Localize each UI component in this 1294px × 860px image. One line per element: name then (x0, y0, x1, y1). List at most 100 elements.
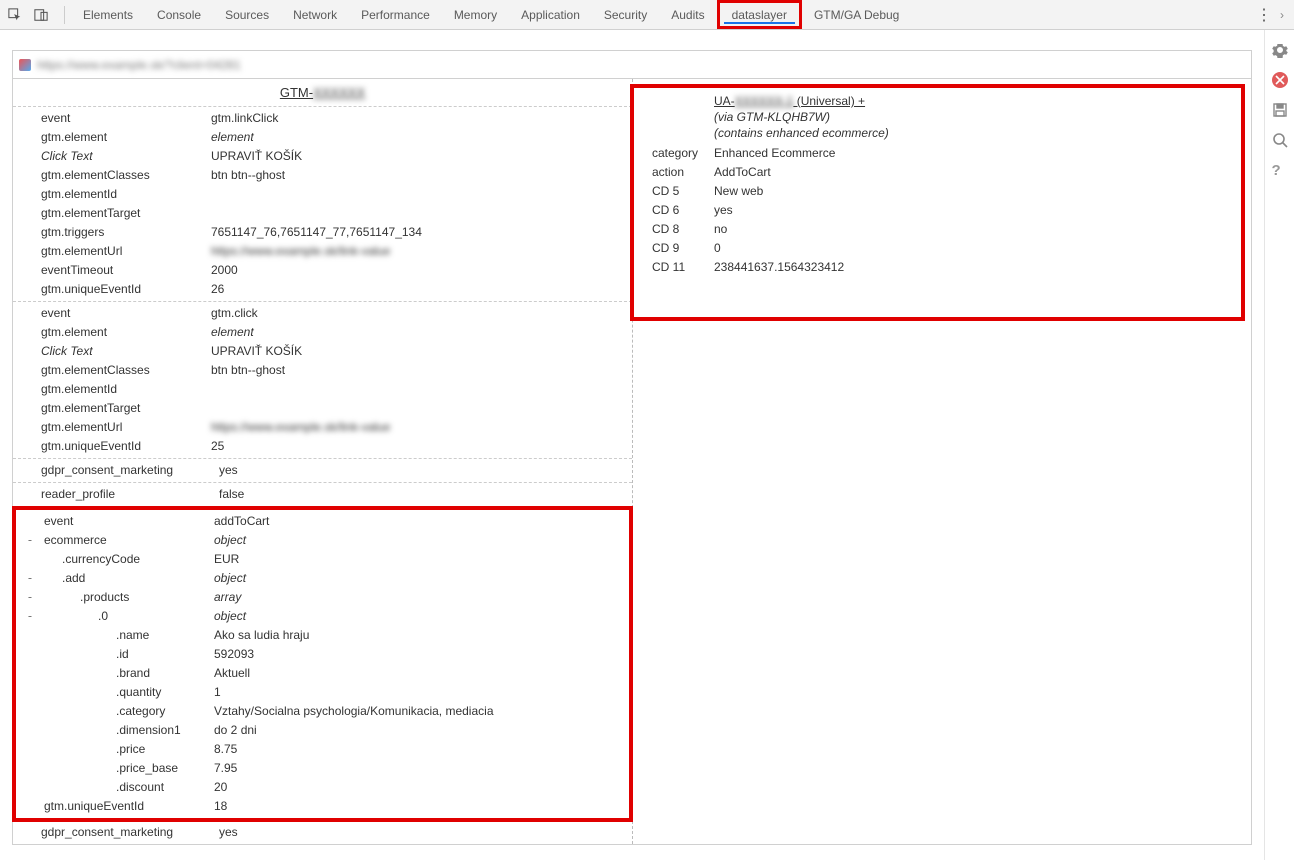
expand-toggle (16, 703, 44, 720)
device-icon[interactable] (32, 6, 50, 24)
more-icon[interactable]: ⋮ (1252, 5, 1276, 25)
expand-toggle (13, 186, 41, 203)
key: .0 (44, 608, 214, 625)
value: Ako sa ludia hraju (214, 627, 629, 644)
gear-icon[interactable] (1272, 42, 1288, 58)
ua-property[interactable]: UA-XXXXXX-1 (Universal) + (714, 94, 1231, 108)
clear-icon[interactable] (1272, 72, 1288, 88)
devtools-toolbar: ElementsConsoleSourcesNetworkPerformance… (0, 0, 1294, 30)
key: gtm.elementUrl (41, 419, 211, 436)
key: gtm.elementUrl (41, 243, 211, 260)
key: CD 9 (634, 240, 714, 257)
expand-toggle (16, 741, 44, 758)
tab-elements[interactable]: Elements (71, 0, 145, 29)
data-row: gtm.elementId (13, 185, 632, 204)
datalayer-column: GTM-XXXXXX eventgtm.linkClickgtm.element… (13, 79, 633, 844)
chevron-right-icon[interactable]: › (1280, 8, 1284, 22)
expand-toggle (13, 362, 41, 379)
dataslayer-panel: https://www.example.sk/?client=04281 GTM… (12, 50, 1252, 845)
data-row: gtm.uniqueEventId18 (16, 797, 629, 816)
expand-toggle (16, 779, 44, 796)
key: .brand (44, 665, 214, 682)
data-row: -ecommerceobject (16, 531, 629, 550)
tab-gtm-ga-debug[interactable]: GTM/GA Debug (802, 0, 911, 29)
value: gtm.click (211, 305, 632, 322)
value: UPRAVIŤ KOŠÍK (211, 343, 632, 360)
search-icon[interactable] (1272, 132, 1288, 148)
key: .category (44, 703, 214, 720)
key: event (41, 305, 211, 322)
expand-toggle[interactable]: - (16, 570, 44, 587)
key: CD 5 (634, 183, 714, 200)
key: CD 11 (634, 259, 714, 276)
value: object (214, 532, 629, 549)
value: AddToCart (714, 164, 1241, 181)
value: no (714, 221, 1241, 238)
expand-toggle[interactable]: - (16, 608, 44, 625)
tab-audits[interactable]: Audits (659, 0, 716, 29)
value: yes (213, 824, 632, 841)
data-row: gtm.uniqueEventId25 (13, 437, 632, 456)
data-row: eventgtm.linkClick (13, 109, 632, 128)
key: Click Text (41, 343, 211, 360)
expand-toggle (16, 646, 44, 663)
tab-network[interactable]: Network (281, 0, 349, 29)
data-row: gtm.elementelement (13, 128, 632, 147)
tab-memory[interactable]: Memory (442, 0, 509, 29)
save-icon[interactable] (1272, 102, 1288, 118)
key: eventTimeout (41, 262, 211, 279)
data-row: gtm.elementTarget (13, 399, 632, 418)
tab-security[interactable]: Security (592, 0, 659, 29)
reader-profile-block: reader_profile false (13, 483, 632, 507)
tab-sources[interactable]: Sources (213, 0, 281, 29)
value: gtm.linkClick (211, 110, 632, 127)
value: Aktuell (214, 665, 629, 682)
data-row: gtm.elementTarget (13, 204, 632, 223)
key: gtm.elementClasses (41, 167, 211, 184)
expand-toggle (13, 438, 41, 455)
hit-row: CD 8no (634, 220, 1241, 239)
panel-header: https://www.example.sk/?client=04281 (13, 51, 1251, 79)
inspect-icon[interactable] (6, 6, 24, 24)
data-row: gtm.elementClassesbtn btn--ghost (13, 361, 632, 380)
key: gdpr_consent_marketing (13, 462, 213, 479)
expand-toggle (13, 343, 41, 360)
value: https://www.example.sk/link-value (211, 419, 632, 436)
expand-toggle (16, 551, 44, 568)
tab-application[interactable]: Application (509, 0, 592, 29)
expand-toggle (13, 419, 41, 436)
data-row: .dimension1do 2 dni (16, 721, 629, 740)
data-row: gtm.triggers7651147_76,7651147_77,765114… (13, 223, 632, 242)
expand-toggle (13, 381, 41, 398)
tab-performance[interactable]: Performance (349, 0, 442, 29)
value: 18 (214, 798, 629, 815)
key: action (634, 164, 714, 181)
data-row: gtm.uniqueEventId26 (13, 280, 632, 299)
gtm-container-id[interactable]: GTM-XXXXXX (13, 79, 632, 107)
data-row: gtm.elementClassesbtn btn--ghost (13, 166, 632, 185)
value: 0 (714, 240, 1241, 257)
value: yes (213, 462, 632, 479)
key: .price_base (44, 760, 214, 777)
expand-toggle[interactable]: - (16, 532, 44, 549)
help-icon[interactable]: ? (1272, 162, 1288, 178)
key: gtm.elementClasses (41, 362, 211, 379)
key: gtm.elementId (41, 186, 211, 203)
expand-toggle[interactable]: - (16, 589, 44, 606)
expand-toggle (13, 167, 41, 184)
tab-console[interactable]: Console (145, 0, 213, 29)
event-block-addtocart: eventaddToCart-ecommerceobject.currencyC… (12, 506, 633, 822)
event-block-click: eventgtm.clickgtm.elementelementClick Te… (13, 302, 632, 459)
data-row: .nameAko sa ludia hraju (16, 626, 629, 645)
key: gtm.triggers (41, 224, 211, 241)
key: Click Text (41, 148, 211, 165)
key: CD 8 (634, 221, 714, 238)
value: Enhanced Ecommerce (714, 145, 1241, 162)
page-url: https://www.example.sk/?client=04281 (37, 58, 241, 72)
value: addToCart (214, 513, 629, 530)
expand-toggle (13, 148, 41, 165)
expand-toggle (13, 262, 41, 279)
consent-block-2: gdpr_consent_marketing yes (13, 821, 632, 844)
tab-dataslayer[interactable]: dataslayer (717, 0, 802, 29)
key: .currencyCode (44, 551, 214, 568)
